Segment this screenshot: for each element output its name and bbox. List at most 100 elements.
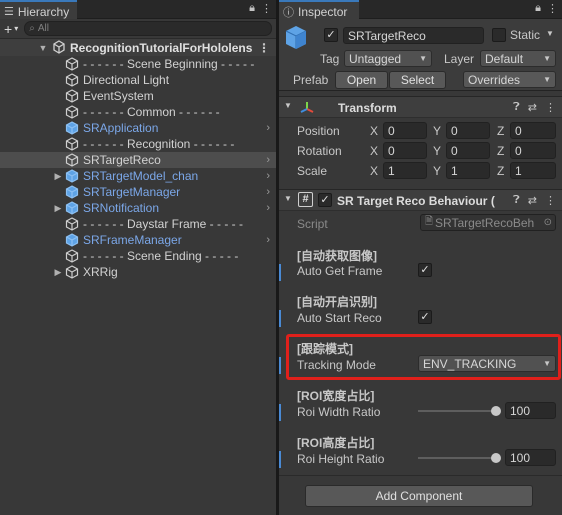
prefab-open-button[interactable]: Open bbox=[335, 71, 388, 89]
transform-header[interactable]: ▼ Transform ❓︎ ⇄ ⋮ bbox=[279, 96, 562, 118]
hierarchy-item[interactable]: ▶ SRTargetModel_chan › bbox=[0, 168, 276, 184]
fold-arrow-icon[interactable]: ▶ bbox=[53, 267, 63, 278]
hierarchy-item[interactable]: Directional Light bbox=[0, 72, 276, 88]
lock-icon[interactable]: 🔒︎ bbox=[535, 2, 541, 15]
scene-menu-icon[interactable]: ⋮ bbox=[258, 41, 270, 55]
help-icon[interactable]: ❓︎ bbox=[513, 101, 520, 114]
static-dropdown-arrow-icon[interactable]: ▼ bbox=[546, 29, 554, 38]
chevron-right-icon[interactable]: › bbox=[266, 186, 270, 198]
chevron-right-icon[interactable]: › bbox=[266, 202, 270, 214]
hierarchy-item[interactable]: - - - - - - Daystar Frame - - - - - bbox=[0, 216, 276, 232]
gameobject-cube-icon bbox=[65, 57, 79, 71]
add-component-button[interactable]: Add Component bbox=[305, 485, 533, 507]
scale-z-field[interactable]: 1 bbox=[510, 162, 556, 179]
position-label: Position bbox=[297, 124, 340, 138]
roi-height-slider-track[interactable] bbox=[418, 457, 498, 459]
open-label: Open bbox=[346, 73, 377, 87]
menu-icon[interactable]: ⋮ bbox=[261, 2, 272, 15]
hierarchy-item[interactable]: - - - - - - Common - - - - - - bbox=[0, 104, 276, 120]
layer-value: Default bbox=[485, 51, 524, 66]
hierarchy-item[interactable]: ▶ SRNotification › bbox=[0, 200, 276, 216]
position-x-field[interactable]: 0 bbox=[383, 122, 427, 139]
roi-width-slider-handle[interactable] bbox=[491, 406, 501, 416]
hierarchy-item[interactable]: - - - - - - Scene Beginning - - - - - bbox=[0, 56, 276, 72]
layer-dropdown[interactable]: Default ▼ bbox=[480, 50, 556, 67]
component-menu-icon[interactable]: ⋮ bbox=[545, 194, 556, 207]
scene-row[interactable]: ▼ RecognitionTutorialForHololens ⋮ bbox=[0, 39, 276, 56]
gameobject-cube-icon bbox=[65, 153, 79, 167]
scale-x-field[interactable]: 1 bbox=[383, 162, 427, 179]
auto-start-reco-checkbox[interactable]: ✓ bbox=[418, 310, 432, 324]
preset-icon[interactable]: ⇄ bbox=[528, 101, 537, 114]
fold-arrow-icon[interactable]: ▼ bbox=[284, 101, 292, 110]
behaviour-header[interactable]: ▼ # ✓ SR Target Reco Behaviour ( ❓︎ ⇄ ⋮ bbox=[279, 189, 562, 211]
override-bar bbox=[279, 404, 281, 421]
axis-y-label[interactable]: Y bbox=[433, 144, 441, 158]
overrides-dropdown[interactable]: Overrides ▼ bbox=[463, 71, 556, 88]
list-icon: ☰ bbox=[4, 6, 14, 18]
hierarchy-item[interactable]: EventSystem bbox=[0, 88, 276, 104]
menu-icon[interactable]: ⋮ bbox=[547, 2, 558, 15]
axis-y-label[interactable]: Y bbox=[433, 124, 441, 138]
axis-z-label[interactable]: Z bbox=[497, 164, 504, 178]
hierarchy-item[interactable]: - - - - - - Scene Ending - - - - - bbox=[0, 248, 276, 264]
gameobject-cube-icon bbox=[65, 89, 79, 103]
roi-width-header: [ROI宽度占比] bbox=[297, 389, 375, 403]
tag-dropdown[interactable]: Untagged ▼ bbox=[344, 50, 432, 67]
component-menu-icon[interactable]: ⋮ bbox=[545, 101, 556, 114]
position-z-field[interactable]: 0 bbox=[510, 122, 556, 139]
inspector-tabbar: ⓘ Inspector 🔒︎ ⋮ bbox=[279, 0, 562, 19]
hierarchy-item[interactable]: - - - - - - Recognition - - - - - - bbox=[0, 136, 276, 152]
axis-z-label[interactable]: Z bbox=[497, 144, 504, 158]
roi-height-field[interactable]: 100 bbox=[505, 449, 556, 466]
tab-inspector[interactable]: ⓘ Inspector bbox=[279, 0, 359, 19]
object-name-text: SRTargetReco bbox=[348, 28, 426, 43]
chevron-right-icon[interactable]: › bbox=[266, 122, 270, 134]
behaviour-enabled-checkbox[interactable]: ✓ bbox=[318, 193, 332, 207]
hierarchy-item[interactable]: SRApplication › bbox=[0, 120, 276, 136]
gameobject-cube-icon bbox=[65, 137, 79, 151]
axis-x-label[interactable]: X bbox=[370, 124, 378, 138]
hierarchy-search-input[interactable]: ⌕ All bbox=[24, 21, 272, 36]
scale-y-field[interactable]: 1 bbox=[446, 162, 490, 179]
roi-height-slider-handle[interactable] bbox=[491, 453, 501, 463]
hierarchy-item[interactable]: SRFrameManager › bbox=[0, 232, 276, 248]
active-checkbox[interactable]: ✓ bbox=[324, 28, 338, 42]
prefab-select-button[interactable]: Select bbox=[389, 71, 446, 89]
chevron-right-icon[interactable]: › bbox=[266, 170, 270, 182]
create-button[interactable]: + ▾ bbox=[4, 21, 18, 37]
script-field[interactable]: 🗎︎ SRTargetRecoBeh ⊙ bbox=[420, 214, 556, 231]
hierarchy-item[interactable]: ▶ XRRig bbox=[0, 264, 276, 280]
roi-width-field[interactable]: 100 bbox=[505, 402, 556, 419]
fold-arrow-icon[interactable]: ▶ bbox=[53, 171, 63, 182]
axis-x-label[interactable]: X bbox=[370, 144, 378, 158]
fold-arrow-icon[interactable]: ▼ bbox=[284, 194, 292, 203]
auto-get-frame-checkbox[interactable]: ✓ bbox=[418, 263, 432, 277]
rotation-z-field[interactable]: 0 bbox=[510, 142, 556, 159]
tab-hierarchy[interactable]: ☰ Hierarchy bbox=[0, 0, 78, 19]
axis-y-label[interactable]: Y bbox=[433, 164, 441, 178]
tag-label: Tag bbox=[320, 52, 340, 66]
fold-arrow-icon[interactable]: ▼ bbox=[38, 43, 48, 53]
hierarchy-item[interactable]: SRTargetReco › bbox=[0, 152, 276, 168]
position-y-field[interactable]: 0 bbox=[446, 122, 490, 139]
axis-x-label[interactable]: X bbox=[370, 164, 378, 178]
position-z-value: 0 bbox=[515, 123, 522, 138]
layer-label: Layer bbox=[444, 52, 475, 66]
axis-z-label[interactable]: Z bbox=[497, 124, 504, 138]
chevron-right-icon[interactable]: › bbox=[266, 154, 270, 166]
chevron-right-icon[interactable]: › bbox=[266, 234, 270, 246]
hierarchy-item[interactable]: SRTargetManager › bbox=[0, 184, 276, 200]
scale-z-value: 1 bbox=[515, 163, 522, 178]
object-name-field[interactable]: SRTargetReco bbox=[343, 27, 484, 44]
help-icon[interactable]: ❓︎ bbox=[513, 194, 520, 207]
rotation-x-field[interactable]: 0 bbox=[383, 142, 427, 159]
rotation-y-field[interactable]: 0 bbox=[446, 142, 490, 159]
preset-icon[interactable]: ⇄ bbox=[528, 194, 537, 207]
object-picker-icon[interactable]: ⊙ bbox=[544, 217, 552, 228]
fold-arrow-icon[interactable]: ▶ bbox=[53, 203, 63, 214]
roi-width-slider-track[interactable] bbox=[418, 410, 498, 412]
hierarchy-item-label: Directional Light bbox=[83, 73, 170, 87]
lock-icon[interactable]: 🔒︎ bbox=[249, 2, 255, 15]
static-checkbox[interactable] bbox=[492, 28, 506, 42]
